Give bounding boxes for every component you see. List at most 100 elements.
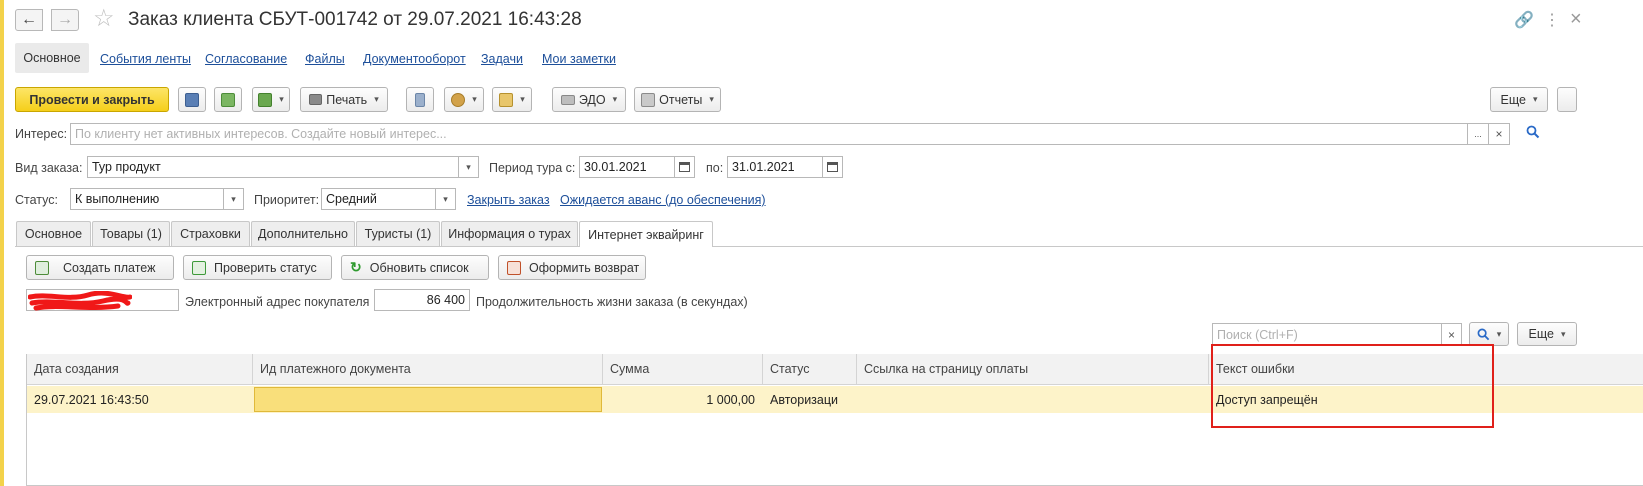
nav-link-document-flow[interactable]: Документооборот — [363, 52, 466, 66]
cell-payment-link[interactable] — [857, 386, 1209, 413]
left-accent-bar — [0, 0, 4, 486]
close-icon[interactable]: × — [1570, 8, 1582, 31]
chevron-down-icon: ▾ — [709, 94, 714, 104]
nav-link-my-notes[interactable]: Мои заметки — [542, 52, 616, 66]
users-button[interactable]: ▾ — [444, 87, 484, 112]
save-button[interactable] — [178, 87, 206, 112]
refresh-list-label: Обновить список — [369, 260, 469, 275]
chevron-down-icon: ▾ — [231, 193, 236, 204]
interest-select-button[interactable]: ... — [1468, 123, 1489, 145]
add-document-icon — [35, 260, 49, 275]
printer-icon — [309, 94, 323, 105]
order-lifetime-label: Продолжительность жизни заказа (в секунд… — [476, 295, 748, 309]
check-status-label: Проверить статус — [214, 260, 317, 275]
table-more-button[interactable]: Еще ▾ — [1517, 322, 1577, 346]
column-header-status[interactable]: Статус — [763, 354, 857, 385]
column-header-payment-link[interactable]: Ссылка на страницу оплаты — [857, 354, 1209, 385]
column-header-payment-doc-id[interactable]: Ид платежного документа — [253, 354, 603, 385]
period-from-input[interactable]: 30.01.2021 — [579, 156, 675, 178]
interest-input[interactable]: По клиенту нет активных интересов. Созда… — [70, 123, 1468, 145]
tab-tourists[interactable]: Туристы (1) — [356, 221, 440, 246]
priority-dropdown[interactable]: ▾ — [436, 188, 456, 210]
advance-expected-link[interactable]: Ожидается аванс (до обеспечения) — [560, 193, 766, 207]
nav-tab-main[interactable]: Основное — [15, 43, 89, 73]
table-search-input[interactable]: Поиск (Ctrl+F) — [1212, 323, 1442, 346]
back-button[interactable]: ← — [15, 9, 43, 31]
structure-button[interactable] — [406, 87, 434, 112]
clock-icon — [499, 92, 514, 107]
nav-link-approval[interactable]: Согласование — [205, 52, 287, 66]
search-icon — [1477, 328, 1489, 340]
order-kind-label: Вид заказа: — [15, 161, 83, 175]
period-to-calendar[interactable] — [823, 156, 843, 178]
favorite-star-icon[interactable]: ☆ — [93, 7, 115, 31]
order-lifetime-input[interactable]: 86 400 — [374, 289, 470, 311]
priority-label: Приоритет: — [254, 193, 320, 207]
make-return-button[interactable]: Оформить возврат — [498, 255, 646, 280]
tab-main[interactable]: Основное — [16, 221, 91, 246]
cell-status[interactable]: Авторизаци — [763, 386, 857, 413]
calendar-icon — [679, 162, 690, 172]
search-icon[interactable] — [1526, 125, 1540, 142]
tab-internet-acquiring[interactable]: Интернет эквайринг — [579, 221, 713, 247]
period-to-input[interactable]: 31.01.2021 — [727, 156, 823, 178]
cell-created-date[interactable]: 29.07.2021 16:43:50 — [27, 386, 253, 413]
save-icon — [185, 92, 199, 107]
priority-input[interactable]: Средний — [321, 188, 436, 210]
order-kind-dropdown[interactable]: ▾ — [459, 156, 479, 178]
check-document-icon — [192, 260, 206, 275]
post-and-close-button[interactable]: Провести и закрыть — [15, 87, 169, 112]
tab-insurance[interactable]: Страховки — [171, 221, 250, 246]
column-header-created-date[interactable]: Дата создания — [27, 354, 253, 385]
create-based-icon — [258, 92, 273, 107]
arrow-right-icon: → — [57, 11, 73, 28]
cell-amount[interactable]: 1 000,00 — [603, 386, 763, 413]
reports-label: Отчеты — [659, 92, 703, 107]
help-button[interactable] — [1557, 87, 1577, 112]
post-button[interactable] — [214, 87, 242, 112]
tab-goods[interactable]: Товары (1) — [92, 221, 170, 246]
check-status-button[interactable]: Проверить статус — [183, 255, 332, 280]
chevron-down-icon: ▾ — [1496, 328, 1502, 339]
create-based-on-button[interactable]: ▾ — [252, 87, 290, 112]
period-from-calendar[interactable] — [675, 156, 695, 178]
tab-additional[interactable]: Дополнительно — [251, 221, 355, 246]
nav-link-files[interactable]: Файлы — [305, 52, 345, 66]
refresh-list-button[interactable]: ↻ Обновить список — [341, 255, 489, 280]
link-icon[interactable]: 🔗 — [1514, 10, 1534, 30]
users-icon — [451, 92, 466, 107]
chevron-down-icon: ▾ — [612, 94, 618, 104]
search-placeholder: Поиск (Ctrl+F) — [1217, 327, 1298, 342]
redaction-scribble — [28, 291, 132, 311]
forward-button[interactable]: → — [51, 9, 79, 31]
status-input[interactable]: К выполнению — [70, 188, 224, 210]
reports-button[interactable]: Отчеты ▾ — [634, 87, 721, 112]
more-label: Еще — [1500, 92, 1526, 107]
tab-divider — [15, 246, 1643, 247]
search-options-button[interactable]: ▾ — [1469, 322, 1509, 346]
list-icon — [415, 92, 425, 107]
nav-link-feed-events[interactable]: События ленты — [100, 52, 191, 66]
chevron-down-icon: ▾ — [1560, 328, 1566, 339]
create-payment-button[interactable]: Создать платеж — [26, 255, 174, 280]
chevron-down-icon: ▾ — [466, 161, 471, 172]
order-kind-input[interactable]: Тур продукт — [87, 156, 459, 178]
status-dropdown[interactable]: ▾ — [224, 188, 244, 210]
more-vertical-icon[interactable]: ⋮ — [1544, 10, 1560, 30]
edo-label: ЭДО — [578, 92, 606, 107]
interest-clear-button[interactable]: × — [1489, 123, 1510, 145]
reminder-button[interactable]: ▾ — [492, 87, 532, 112]
more-button[interactable]: Еще ▾ — [1490, 87, 1548, 112]
print-button[interactable]: Печать ▾ — [300, 87, 388, 112]
nav-link-tasks[interactable]: Задачи — [481, 52, 523, 66]
tab-tour-info[interactable]: Информация о турах — [441, 221, 578, 246]
search-clear-button[interactable]: × — [1442, 323, 1462, 346]
page-title: Заказ клиента СБУТ-001742 от 29.07.2021 … — [128, 9, 582, 30]
close-order-link[interactable]: Закрыть заказ — [467, 193, 550, 207]
chevron-down-icon: ▾ — [443, 193, 448, 204]
edo-button[interactable]: ЭДО ▾ — [552, 87, 626, 112]
create-payment-label: Создать платеж — [63, 260, 156, 275]
cell-payment-doc-id[interactable] — [254, 387, 602, 412]
post-document-icon — [221, 92, 235, 107]
column-header-amount[interactable]: Сумма — [603, 354, 763, 385]
